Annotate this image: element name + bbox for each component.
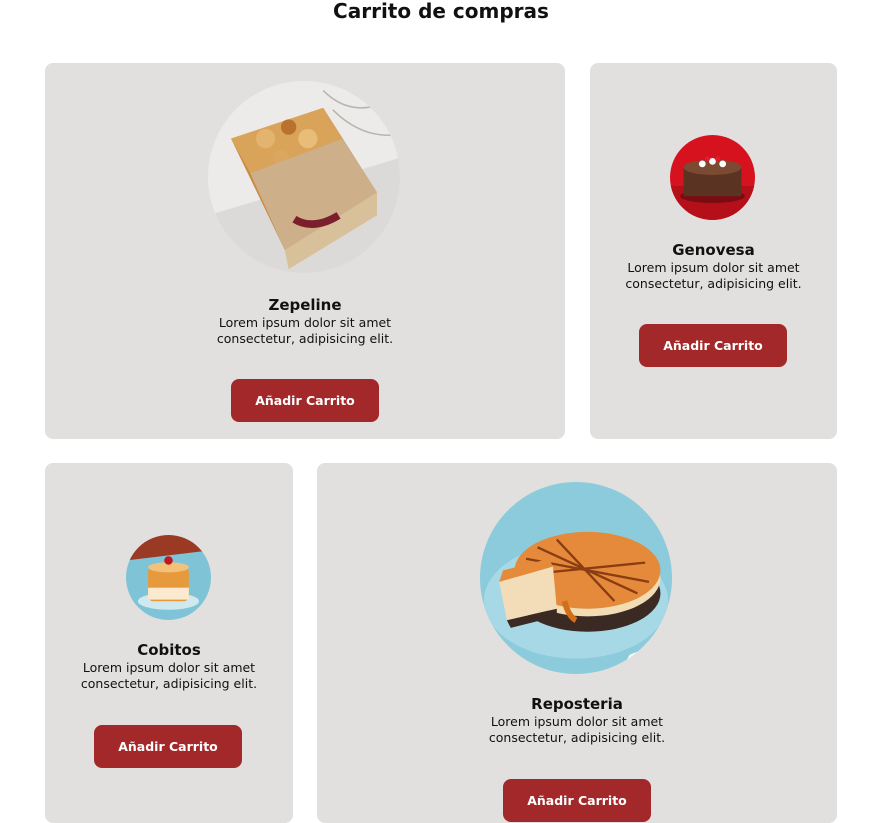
add-to-cart-button[interactable]: Añadir Carrito <box>94 725 242 768</box>
page-title: Carrito de compras <box>333 0 549 23</box>
chocolate-cake-image <box>670 135 755 220</box>
description-line: Lorem ipsum dolor sit amet <box>82 660 256 675</box>
description-line: consectetur, adipisicing elit. <box>216 331 394 346</box>
description-line: consectetur, adipisicing elit. <box>488 730 666 745</box>
product-card-genovesa: Genovesa Lorem ipsum dolor sit amet cons… <box>590 63 837 439</box>
add-to-cart-button[interactable]: Añadir Carrito <box>503 779 651 822</box>
caramel-cup-dessert-image <box>126 535 211 620</box>
loaf-cake-image <box>208 81 400 273</box>
description-line: consectetur, adipisicing elit. <box>80 676 258 691</box>
description-line: Lorem ipsum dolor sit amet <box>490 714 664 729</box>
description-line: Lorem ipsum dolor sit amet <box>218 315 392 330</box>
product-card-zepeline: Zepeline Lorem ipsum dolor sit amet cons… <box>45 63 565 439</box>
product-description: Lorem ipsum dolor sit amet consectetur, … <box>317 714 837 746</box>
product-description: Lorem ipsum dolor sit amet consectetur, … <box>45 660 293 692</box>
product-name: Genovesa <box>672 241 755 259</box>
add-to-cart-button[interactable]: Añadir Carrito <box>639 324 787 367</box>
product-name: Cobitos <box>137 641 201 659</box>
product-description: Lorem ipsum dolor sit amet consectetur, … <box>45 315 565 347</box>
add-to-cart-button[interactable]: Añadir Carrito <box>231 379 379 422</box>
product-card-cobitos: Cobitos Lorem ipsum dolor sit amet conse… <box>45 463 293 823</box>
description-line: Lorem ipsum dolor sit amet <box>627 260 800 275</box>
product-card-reposteria: Reposteria Lorem ipsum dolor sit amet co… <box>317 463 837 823</box>
product-description: Lorem ipsum dolor sit amet consectetur, … <box>590 260 837 292</box>
product-name: Zepeline <box>268 296 342 314</box>
caramel-cheesecake-image <box>480 482 672 674</box>
product-name: Reposteria <box>531 695 623 713</box>
description-line: consectetur, adipisicing elit. <box>625 276 802 291</box>
